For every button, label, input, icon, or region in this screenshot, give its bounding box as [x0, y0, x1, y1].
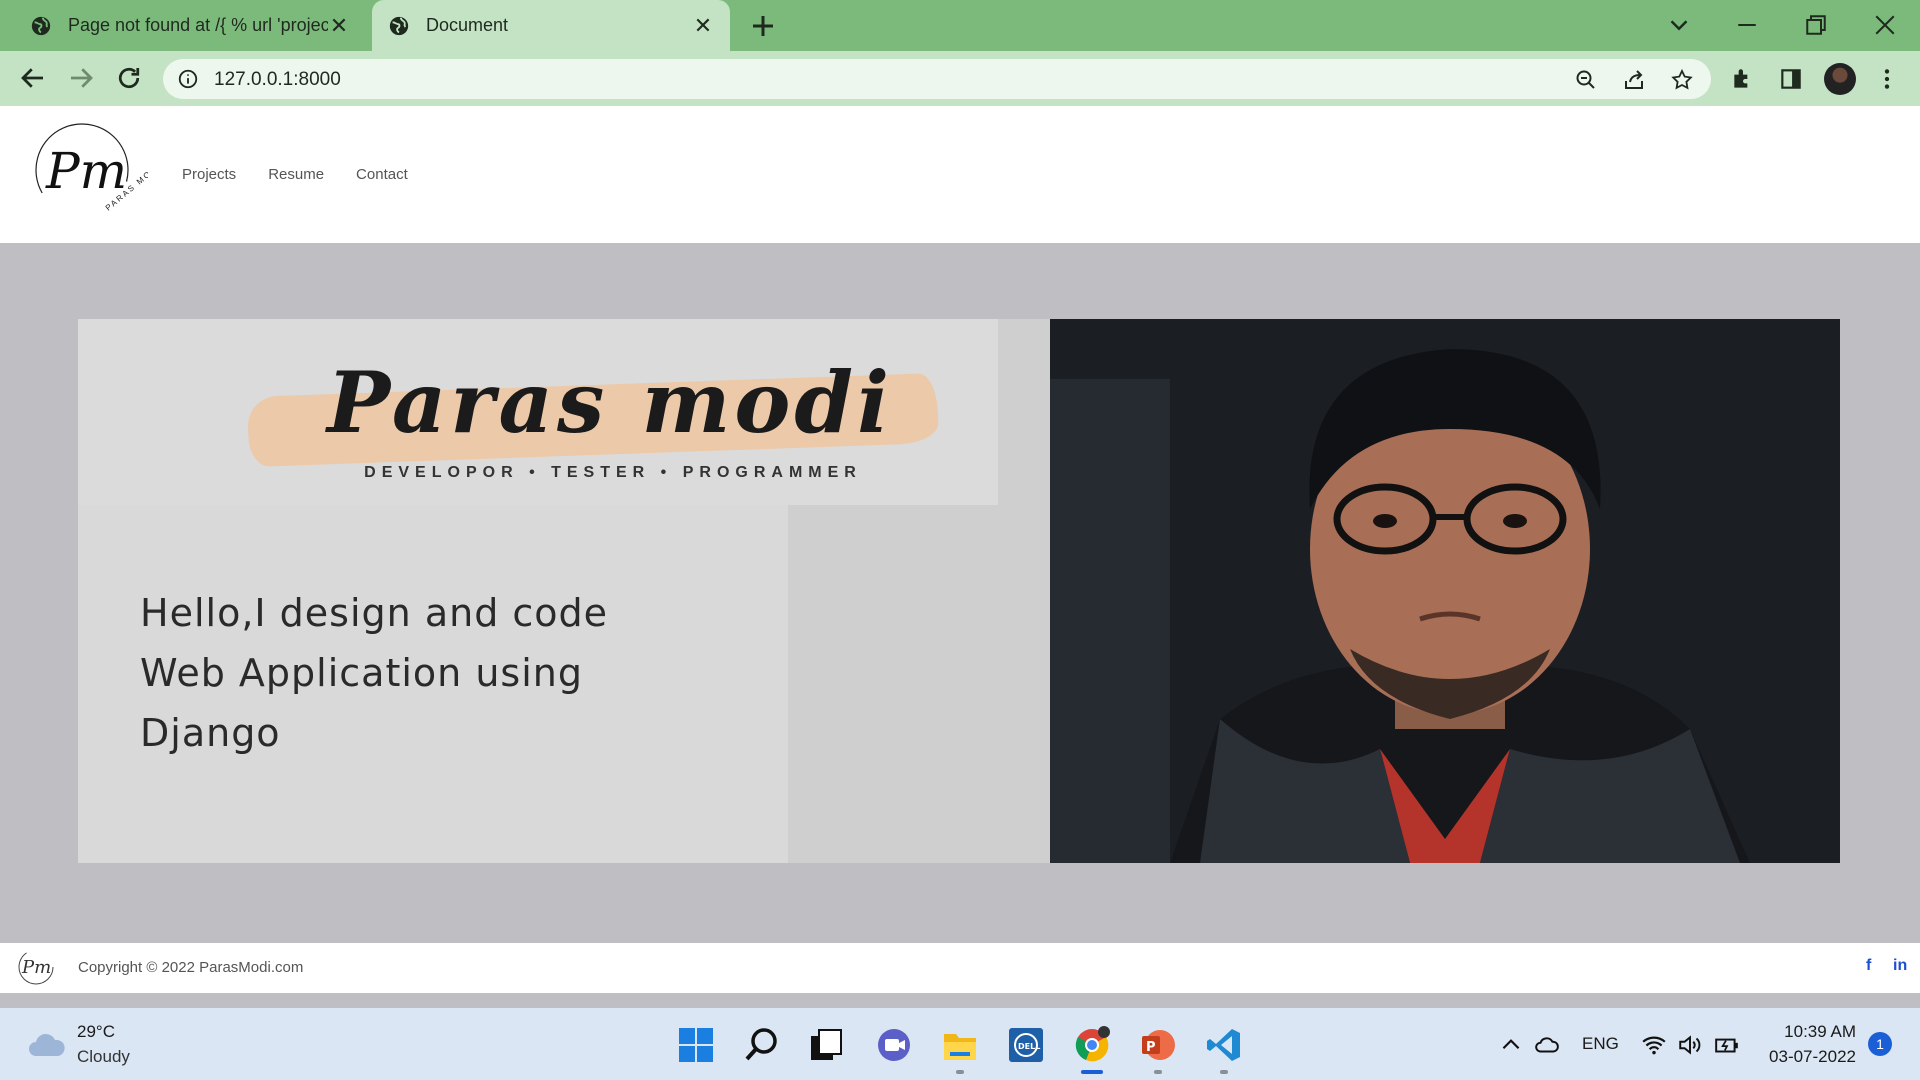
new-tab-icon[interactable] — [748, 11, 778, 41]
zoom-out-icon[interactable] — [1574, 68, 1598, 92]
globe-icon — [31, 16, 51, 35]
weather-condition[interactable]: Cloudy — [77, 1047, 130, 1067]
close-tab-icon[interactable]: ✕ — [328, 13, 350, 38]
running-indicator — [956, 1070, 964, 1074]
copyright-text: Copyright © 2022 ParasModi.com — [78, 959, 304, 976]
cloud-weather-icon[interactable] — [28, 1030, 68, 1058]
bookmark-star-icon[interactable] — [1670, 68, 1694, 92]
site-footer: Pm Copyright © 2022 ParasModi.com f in — [0, 943, 1920, 993]
running-indicator — [1154, 1070, 1162, 1074]
address-bar[interactable]: 127.0.0.1:8000 — [163, 59, 1711, 99]
powerpoint-icon[interactable]: P — [1139, 1026, 1177, 1064]
tab-document[interactable]: Document ✕ — [372, 0, 730, 51]
side-panel-icon[interactable] — [1778, 66, 1804, 92]
weather-temperature[interactable]: 29°C — [77, 1022, 115, 1042]
close-window-icon[interactable] — [1870, 10, 1900, 40]
clock-time[interactable]: 10:39 AM — [1782, 1022, 1856, 1042]
site-header: Pm PARAS MODI Projects Resume Contact — [0, 106, 1920, 243]
more-menu-icon[interactable] — [1874, 66, 1900, 92]
reload-icon[interactable] — [114, 63, 144, 93]
svg-text:DELL: DELL — [1018, 1042, 1040, 1051]
volume-icon[interactable] — [1677, 1032, 1703, 1058]
vscode-icon[interactable] — [1205, 1026, 1243, 1064]
running-indicator — [1220, 1070, 1228, 1074]
linkedin-icon[interactable]: in — [1893, 957, 1907, 975]
hero-name: Paras modi — [326, 353, 894, 452]
restore-icon[interactable] — [1801, 10, 1831, 40]
svg-text:Pm: Pm — [45, 142, 127, 200]
facebook-icon[interactable]: f — [1866, 957, 1871, 975]
tab-title: Page not found at /{ % url 'projec — [68, 15, 328, 35]
footer-logo[interactable]: Pm — [16, 947, 56, 987]
nav-contact[interactable]: Contact — [356, 166, 408, 183]
close-tab-icon[interactable]: ✕ — [692, 13, 714, 38]
back-arrow-icon[interactable] — [18, 63, 48, 93]
search-icon[interactable] — [743, 1026, 781, 1064]
language-indicator[interactable]: ENG — [1582, 1034, 1619, 1054]
site-logo[interactable]: Pm PARAS MODI — [28, 120, 148, 226]
forward-arrow-icon[interactable] — [66, 63, 96, 93]
task-view-icon[interactable] — [807, 1026, 845, 1064]
tagline-line: Web Application using — [140, 651, 583, 695]
onedrive-cloud-icon[interactable] — [1534, 1032, 1560, 1058]
windows-start-icon[interactable] — [677, 1026, 715, 1064]
profile-photo — [1050, 319, 1840, 863]
clock-date[interactable]: 03-07-2022 — [1762, 1047, 1856, 1067]
active-indicator — [1081, 1070, 1103, 1074]
teams-chat-icon[interactable] — [875, 1026, 913, 1064]
dell-app-icon[interactable]: DELL — [1007, 1026, 1045, 1064]
battery-charging-icon[interactable] — [1714, 1032, 1740, 1058]
share-icon[interactable] — [1622, 68, 1646, 92]
notification-badge[interactable]: 1 — [1868, 1032, 1892, 1056]
wifi-icon[interactable] — [1641, 1032, 1667, 1058]
taskbar: 29°C Cloudy DELL P ENG 10:39 AM 03-07-20… — [0, 1008, 1920, 1080]
tagline-line: Hello,I design and code — [140, 591, 609, 635]
chrome-icon[interactable] — [1073, 1026, 1111, 1064]
url-text[interactable]: 127.0.0.1:8000 — [214, 69, 341, 91]
nav-resume[interactable]: Resume — [268, 166, 324, 183]
tab-search-chevron-icon[interactable] — [1664, 10, 1694, 40]
browser-toolbar: 127.0.0.1:8000 — [0, 51, 1920, 106]
globe-icon — [389, 16, 409, 35]
profile-avatar[interactable] — [1824, 63, 1856, 95]
hero-subtitle: DEVELOPOR • TESTER • PROGRAMMER — [364, 464, 862, 481]
hero-tagline: Hello,I design and code Web Application … — [140, 583, 840, 763]
tagline-line: Django — [140, 711, 281, 755]
tab-strip: Page not found at /{ % url 'projec ✕ Doc… — [0, 0, 1920, 51]
hero-banner: Paras modi DEVELOPOR • TESTER • PROGRAMM… — [78, 319, 1840, 863]
svg-text:P: P — [1146, 1040, 1156, 1055]
site-info-icon[interactable] — [177, 68, 199, 90]
minimize-icon[interactable] — [1732, 10, 1762, 40]
extensions-puzzle-icon[interactable] — [1730, 66, 1756, 92]
tab-title: Document — [426, 15, 509, 35]
chevron-up-icon[interactable] — [1498, 1032, 1524, 1058]
hero-section: Paras modi DEVELOPOR • TESTER • PROGRAMM… — [0, 243, 1920, 943]
svg-text:Pm: Pm — [21, 957, 51, 978]
file-explorer-icon[interactable] — [941, 1026, 979, 1064]
nav-projects[interactable]: Projects — [182, 166, 236, 183]
main-nav: Projects Resume Contact — [182, 166, 408, 183]
tab-page-not-found[interactable]: Page not found at /{ % url 'projec ✕ — [14, 0, 366, 51]
